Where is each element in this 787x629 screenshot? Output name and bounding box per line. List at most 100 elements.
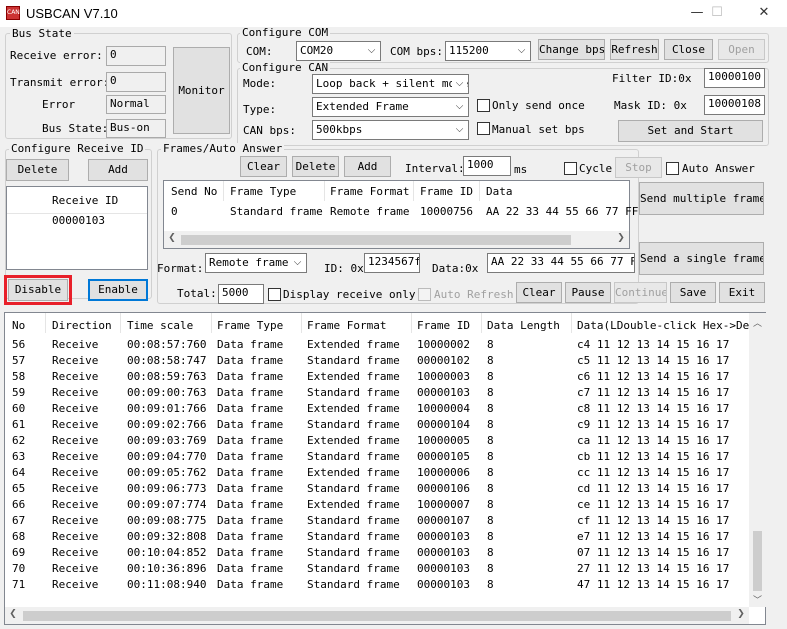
only-send-once-label: Only send once bbox=[492, 99, 585, 112]
title-bar: CAN USBCAN V7.10 — ☐ ✕ bbox=[0, 0, 787, 27]
receive-id-add-button[interactable]: Add bbox=[88, 159, 148, 181]
mode-select[interactable]: Loop back + silent mode ⌵ bbox=[312, 74, 469, 94]
table-row[interactable]: 71 Receive 00:11:08:940 Data frame Standard … bbox=[5, 577, 749, 593]
cycle-checkbox[interactable] bbox=[564, 162, 577, 175]
can-bps-select[interactable]: 500kbps ⌵ bbox=[312, 120, 469, 140]
close-window-button[interactable]: ✕ bbox=[749, 3, 779, 23]
log-cell-data: cb 11 12 13 14 15 16 17 bbox=[577, 450, 730, 463]
filter-id-input[interactable]: 10000100 bbox=[704, 68, 765, 88]
maximize-button[interactable]: ☐ bbox=[702, 3, 732, 23]
scroll-up-icon[interactable]: ︿ bbox=[751, 316, 764, 329]
log-cell-no: 71 bbox=[12, 578, 26, 591]
scroll-left-icon[interactable]: ❮ bbox=[7, 609, 19, 619]
disable-button[interactable]: Disable bbox=[8, 279, 68, 301]
table-row[interactable]: 0 Standard frame Remote frame 10000756 A… bbox=[164, 203, 638, 221]
table-row[interactable]: 70 Receive 00:10:36:896 Data frame Standard … bbox=[5, 561, 749, 577]
log-cell-data-length: 8 bbox=[487, 562, 494, 575]
table-row[interactable]: 61 Receive 00:09:02:766 Data frame Standard … bbox=[5, 417, 749, 433]
send-multiple-frames-button[interactable]: Send multiple frames bbox=[639, 182, 764, 215]
send-single-frame-button[interactable]: Send a single frame bbox=[639, 242, 764, 275]
log-vertical-scrollbar[interactable]: ︿ ﹀ bbox=[749, 313, 766, 607]
log-cell-time: 00:09:05:762 bbox=[127, 466, 207, 479]
pause-button[interactable]: Pause bbox=[565, 282, 611, 303]
scroll-thumb[interactable] bbox=[181, 235, 571, 245]
table-row[interactable]: 57 Receive 00:08:58:747 Data frame Standard … bbox=[5, 353, 749, 369]
log-cell-direction: Receive bbox=[52, 482, 99, 495]
error-field: Normal bbox=[106, 95, 166, 114]
log-cell-no: 70 bbox=[12, 562, 26, 575]
frames-clear-button[interactable]: Clear bbox=[240, 156, 287, 177]
total-input[interactable]: 5000 bbox=[218, 284, 264, 304]
log-cell-data-length: 8 bbox=[487, 354, 494, 367]
scroll-thumb[interactable] bbox=[753, 531, 762, 591]
table-row[interactable]: 68 Receive 00:09:32:808 Data frame Standard … bbox=[5, 529, 749, 545]
log-cell-direction: Receive bbox=[52, 450, 99, 463]
log-cell-time: 00:09:02:766 bbox=[127, 418, 207, 431]
display-receive-only-checkbox[interactable] bbox=[268, 288, 281, 301]
open-com-button[interactable]: Open bbox=[718, 39, 765, 60]
log-cell-frame-id: 10000006 bbox=[417, 466, 470, 479]
window-title: USBCAN V7.10 bbox=[26, 6, 118, 21]
log-horizontal-scrollbar[interactable]: ❮ ❯ bbox=[5, 607, 749, 624]
continue-button[interactable]: Continue bbox=[614, 282, 667, 303]
frames-delete-button[interactable]: Delete bbox=[292, 156, 339, 177]
save-button[interactable]: Save bbox=[670, 282, 716, 303]
log-cell-frame-type: Data frame bbox=[217, 418, 284, 431]
only-send-once-checkbox[interactable] bbox=[477, 99, 490, 112]
com-select[interactable]: COM20 ⌵ bbox=[296, 41, 381, 61]
table-row[interactable]: 56 Receive 00:08:57:760 Data frame Extended … bbox=[5, 337, 749, 353]
type-select[interactable]: Extended Frame ⌵ bbox=[312, 97, 469, 117]
set-and-start-button[interactable]: Set and Start bbox=[618, 120, 763, 142]
log-cell-no: 63 bbox=[12, 450, 26, 463]
receive-id-list[interactable]: Receive ID 00000103 bbox=[6, 186, 148, 270]
log-cell-data: ca 11 12 13 14 15 16 17 bbox=[577, 434, 730, 447]
scroll-right-icon[interactable]: ❯ bbox=[735, 609, 747, 619]
enable-button[interactable]: Enable bbox=[88, 279, 148, 301]
log-cell-frame-format: Extended frame bbox=[307, 338, 400, 351]
log-col-data-length: Data Length bbox=[487, 319, 560, 332]
log-cell-frame-format: Standard frame bbox=[307, 578, 400, 591]
list-item[interactable]: 00000103 bbox=[52, 213, 105, 229]
auto-answer-checkbox[interactable] bbox=[666, 162, 679, 175]
frames-horizontal-scrollbar[interactable]: ❮ ❯ bbox=[164, 231, 629, 248]
receive-id-delete-button[interactable]: Delete bbox=[6, 159, 69, 181]
table-row[interactable]: 59 Receive 00:09:00:763 Data frame Standard … bbox=[5, 385, 749, 401]
monitor-button[interactable]: Monitor bbox=[173, 47, 230, 134]
change-bps-button[interactable]: Change bps bbox=[538, 39, 605, 60]
type-select-value: Extended Frame bbox=[316, 100, 409, 113]
stop-button[interactable]: Stop bbox=[615, 157, 662, 178]
format-select[interactable]: Remote frame ⌵ bbox=[205, 253, 307, 273]
refresh-button[interactable]: Refresh bbox=[610, 39, 659, 60]
table-row[interactable]: 60 Receive 00:09:01:766 Data frame Extended … bbox=[5, 401, 749, 417]
mask-id-input[interactable]: 10000108 bbox=[704, 95, 765, 115]
table-row[interactable]: 67 Receive 00:09:08:775 Data frame Standard … bbox=[5, 513, 749, 529]
log-col-no: No bbox=[12, 319, 26, 332]
close-com-button[interactable]: Close bbox=[664, 39, 713, 60]
scroll-left-icon[interactable]: ❮ bbox=[166, 233, 178, 243]
scroll-down-icon[interactable]: ﹀ bbox=[751, 593, 764, 606]
interval-input[interactable]: 1000 bbox=[463, 156, 511, 176]
table-row[interactable]: 64 Receive 00:09:05:762 Data frame Extended … bbox=[5, 465, 749, 481]
manual-set-bps-checkbox[interactable] bbox=[477, 122, 490, 135]
table-row[interactable]: 65 Receive 00:09:06:773 Data frame Standard … bbox=[5, 481, 749, 497]
frames-table[interactable]: Send No Frame Type Frame Format Frame ID… bbox=[163, 180, 638, 249]
table-row[interactable]: 62 Receive 00:09:03:769 Data frame Extended … bbox=[5, 433, 749, 449]
clear-log-button[interactable]: Clear bbox=[516, 282, 562, 303]
chevron-down-icon: ⌵ bbox=[452, 122, 467, 138]
table-row[interactable]: 69 Receive 00:10:04:852 Data frame Standard … bbox=[5, 545, 749, 561]
frames-add-button[interactable]: Add bbox=[344, 156, 391, 177]
auto-refresh-checkbox[interactable] bbox=[418, 288, 431, 301]
scroll-thumb[interactable] bbox=[23, 611, 731, 621]
log-cell-time: 00:09:04:770 bbox=[127, 450, 207, 463]
com-bps-select[interactable]: 115200 ⌵ bbox=[445, 41, 531, 61]
divider bbox=[571, 313, 572, 333]
scroll-right-icon[interactable]: ❯ bbox=[615, 233, 627, 243]
table-row[interactable]: 63 Receive 00:09:04:770 Data frame Standard … bbox=[5, 449, 749, 465]
frame-id-input[interactable]: 1234567f bbox=[364, 253, 420, 273]
exit-button[interactable]: Exit bbox=[719, 282, 765, 303]
table-row[interactable]: 58 Receive 00:08:59:763 Data frame Extended … bbox=[5, 369, 749, 385]
log-table[interactable]: No Direction Time scale Frame Type Frame… bbox=[4, 312, 766, 625]
log-cell-frame-format: Standard frame bbox=[307, 354, 400, 367]
frame-data-input[interactable]: AA 22 33 44 55 66 77 FF bbox=[487, 253, 635, 273]
table-row[interactable]: 66 Receive 00:09:07:774 Data frame Extended … bbox=[5, 497, 749, 513]
